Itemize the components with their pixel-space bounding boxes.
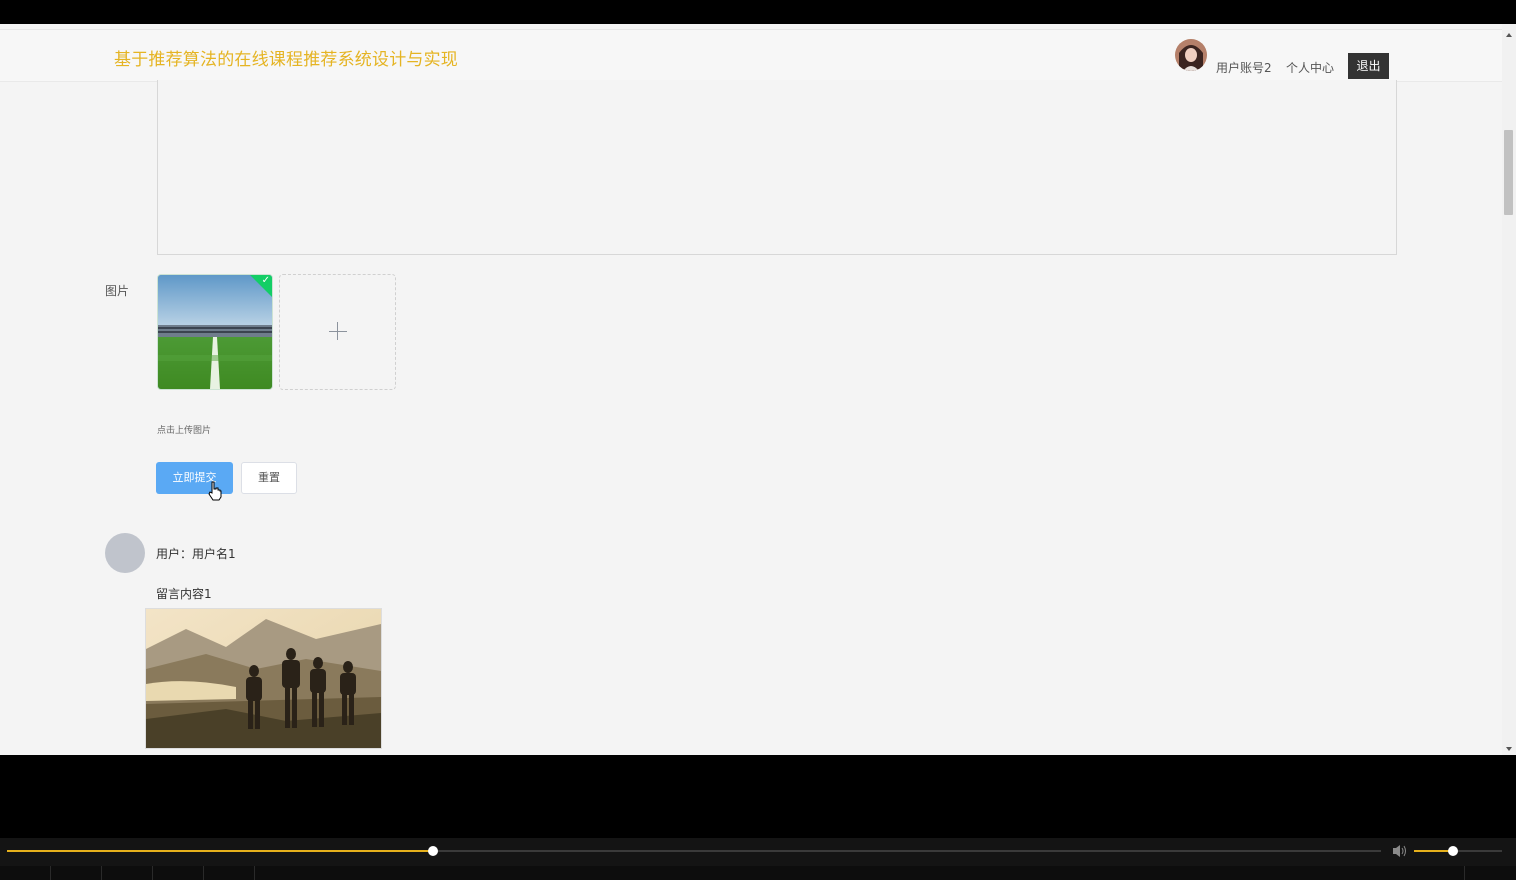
user-avatar[interactable] — [1175, 39, 1207, 71]
user-account-link[interactable]: 用户账号2 — [1216, 59, 1272, 76]
uploaded-image-thumbnail[interactable]: ✓ — [157, 274, 273, 390]
scroll-down-arrow-icon[interactable] — [1506, 747, 1512, 751]
image-field-label: 图片 — [105, 284, 130, 298]
scroll-up-arrow-icon[interactable] — [1506, 33, 1512, 37]
comment-content: 留言内容1 — [156, 587, 212, 601]
progress-played — [7, 850, 433, 852]
site-title[interactable]: 基于推荐算法的在线课程推荐系统设计与实现 — [114, 45, 458, 70]
upload-hint: 点击上传图片 — [157, 426, 212, 436]
browser-viewport: 基于推荐算法的在线课程推荐系统设计与实现 用户账号2 个人中心 退出 图片 ✓ … — [0, 24, 1516, 755]
avatar-image — [1175, 39, 1207, 71]
strip-cell — [203, 866, 254, 880]
strip-cell — [152, 866, 203, 880]
speaker-icon[interactable] — [1392, 844, 1408, 858]
personal-center-link[interactable]: 个人中心 — [1286, 59, 1334, 76]
scrollbar-thumb[interactable] — [1504, 130, 1513, 215]
bottom-status-strip — [0, 866, 1516, 880]
top-header: 基于推荐算法的在线课程推荐系统设计与实现 用户账号2 个人中心 退出 — [0, 29, 1502, 82]
strip-cell — [254, 866, 256, 880]
comment-image[interactable] — [145, 608, 382, 749]
strip-cell — [1464, 866, 1466, 880]
volume-knob[interactable] — [1448, 846, 1458, 856]
plus-icon — [329, 331, 347, 332]
image-upload-button[interactable] — [279, 274, 396, 390]
hand-pointer-icon — [208, 481, 222, 501]
hikers-photo — [146, 609, 381, 748]
progress-knob[interactable] — [428, 846, 438, 856]
logout-button[interactable]: 退出 — [1348, 53, 1389, 79]
page-content: 基于推荐算法的在线课程推荐系统设计与实现 用户账号2 个人中心 退出 图片 ✓ … — [0, 24, 1502, 755]
message-textarea[interactable] — [157, 80, 1397, 255]
strip-cell — [101, 866, 152, 880]
plus-icon-stroke — [337, 322, 338, 340]
check-icon: ✓ — [261, 275, 270, 286]
comment-avatar — [105, 533, 145, 573]
comment-username: 用户：用户名1 — [156, 547, 236, 561]
strip-cell — [50, 866, 101, 880]
reset-button[interactable]: 重置 — [241, 462, 297, 494]
video-player-controls — [0, 838, 1516, 866]
vertical-scrollbar[interactable] — [1502, 24, 1516, 755]
